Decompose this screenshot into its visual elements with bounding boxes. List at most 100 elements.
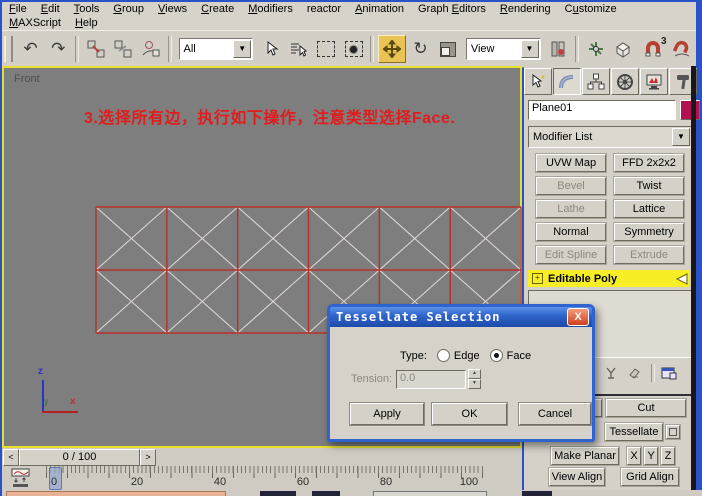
tension-field[interactable]: 0.0	[396, 369, 466, 389]
view-align-button[interactable]: View Align	[549, 468, 605, 486]
cancel-button[interactable]: Cancel	[519, 403, 591, 425]
menu-graph-editors[interactable]: Graph Editors	[411, 3, 493, 15]
tab-hierarchy[interactable]	[582, 68, 610, 95]
unlink-icon[interactable]	[110, 36, 136, 62]
menu-rendering[interactable]: Rendering	[493, 3, 558, 15]
undo-icon[interactable]: ↶	[18, 36, 44, 62]
modifier-btn-lattice[interactable]: Lattice	[614, 200, 684, 218]
modifier-btn-edit-spline[interactable]: Edit Spline	[536, 246, 606, 264]
planar-z-button[interactable]: Z	[661, 447, 675, 465]
select-and-move-icon[interactable]	[378, 35, 406, 63]
menu-group[interactable]: Group	[106, 3, 151, 15]
z-axis-label: z	[38, 366, 43, 377]
dropdown-arrow-icon[interactable]: ▼	[520, 40, 539, 58]
select-and-manipulate-icon[interactable]	[583, 36, 609, 62]
y-axis-label: y	[44, 396, 49, 406]
show-end-result-toggle-icon[interactable]	[601, 363, 621, 383]
reference-coordinate-value: View	[470, 43, 495, 55]
menu-file[interactable]: File	[2, 3, 34, 15]
ok-button[interactable]: OK	[432, 403, 507, 425]
tab-create[interactable]	[524, 68, 552, 95]
tessellate-settings-icon[interactable]	[666, 425, 680, 439]
select-and-rotate-icon[interactable]: ↻	[408, 36, 434, 62]
tab-display[interactable]	[640, 68, 668, 95]
previous-frame-button[interactable]: <	[3, 449, 19, 466]
menu-maxscript[interactable]: MAXScript	[2, 17, 68, 29]
menu-bar: File Edit Tools Group Views Create Modifiers re…	[2, 2, 696, 30]
keyboard-override-icon[interactable]	[611, 36, 637, 62]
toolbar-drag-handle[interactable]	[4, 36, 13, 62]
menu-customize[interactable]: Customize	[558, 3, 624, 15]
bind-spacewarp-icon[interactable]	[138, 36, 164, 62]
object-color-swatch[interactable]	[680, 100, 700, 120]
menu-help[interactable]: Help	[68, 17, 105, 29]
selection-filter-dropdown[interactable]: All ▼	[178, 38, 254, 60]
modifier-btn-extrude[interactable]: Extrude	[614, 246, 684, 264]
menu-modifiers[interactable]: Modifiers	[241, 3, 300, 15]
panel-scrollbar[interactable]	[691, 66, 696, 496]
next-frame-button[interactable]: >	[140, 449, 156, 466]
angle-snap-icon[interactable]	[670, 36, 696, 62]
status-field	[312, 491, 340, 496]
time-slider-thumb[interactable]: 0 / 100	[19, 449, 140, 466]
link-icon[interactable]	[83, 36, 109, 62]
planar-y-button[interactable]: Y	[644, 447, 658, 465]
make-planar-button[interactable]: Make Planar	[551, 447, 619, 465]
radio-label-face: Face	[506, 349, 532, 362]
menu-animation[interactable]: Animation	[348, 3, 411, 15]
menu-edit[interactable]: Edit	[34, 3, 67, 15]
rectangular-selection-region-icon[interactable]	[313, 36, 339, 62]
toolbar-separator	[74, 36, 79, 62]
cut-button[interactable]: Cut	[606, 399, 686, 417]
stack-tools-separator	[651, 364, 655, 382]
modifier-btn-normal[interactable]: Normal	[536, 223, 606, 241]
menu-tools[interactable]: Tools	[67, 3, 107, 15]
tick-label-0: 0	[50, 476, 58, 488]
redo-icon[interactable]: ↷	[45, 36, 71, 62]
select-object-icon[interactable]	[258, 36, 284, 62]
tab-modify[interactable]	[553, 68, 581, 95]
configure-modifier-sets-icon[interactable]	[659, 363, 679, 383]
modifier-list-dropdown[interactable]: Modifier List ▼	[528, 126, 692, 148]
status-bar-edge	[2, 490, 702, 496]
dialog-title-bar[interactable]: Tessellate Selection X	[330, 307, 592, 327]
tab-motion[interactable]	[611, 68, 639, 95]
menu-create[interactable]: Create	[194, 3, 241, 15]
dropdown-arrow-icon[interactable]: ▼	[233, 40, 252, 58]
select-by-name-icon[interactable]	[286, 36, 312, 62]
tension-label: Tension:	[351, 373, 392, 385]
dropdown-arrow-icon[interactable]: ▼	[672, 128, 690, 146]
open-mini-curve-editor-icon[interactable]	[10, 468, 34, 488]
expand-icon[interactable]: +	[532, 273, 543, 284]
maxscript-mini-listener[interactable]	[6, 491, 226, 496]
tessellate-button[interactable]: Tessellate	[605, 423, 663, 441]
object-name-field[interactable]: Plane01	[528, 100, 676, 120]
modifier-btn-bevel[interactable]: Bevel	[536, 177, 606, 195]
modifier-btn-lathe[interactable]: Lathe	[536, 200, 606, 218]
apply-button[interactable]: Apply	[350, 403, 424, 425]
track-bar[interactable]: 0 20 40 60 80 100	[2, 466, 522, 490]
select-and-scale-icon[interactable]	[435, 36, 461, 62]
planar-x-button[interactable]: X	[627, 447, 641, 465]
radio-face[interactable]	[489, 349, 503, 362]
menu-views[interactable]: Views	[151, 3, 194, 15]
modifier-btn-ffd-2x2x2[interactable]: FFD 2x2x2	[614, 154, 684, 172]
window-crossing-selection-icon[interactable]	[341, 36, 367, 62]
reference-coordinate-dropdown[interactable]: View ▼	[465, 38, 541, 60]
use-pivot-center-icon[interactable]	[546, 36, 572, 62]
frame-ruler[interactable]: 0 20 40 60 80 100	[46, 466, 486, 490]
menu-reactor[interactable]: reactor	[300, 3, 348, 15]
spinner-down-icon[interactable]: ▼	[468, 379, 481, 389]
radio-edge[interactable]	[436, 349, 450, 362]
close-icon[interactable]: X	[567, 308, 589, 326]
grid-align-button[interactable]: Grid Align	[621, 468, 679, 486]
modifier-btn-symmetry[interactable]: Symmetry	[614, 223, 684, 241]
modifier-stack-entry[interactable]: + Editable Poly	[528, 270, 690, 287]
spinner-up-icon[interactable]: ▲	[468, 369, 481, 379]
modifier-btn-twist[interactable]: Twist	[614, 177, 684, 195]
snap-toggle-3d-icon[interactable]: 3	[638, 36, 667, 62]
modifier-btn-uvw-map[interactable]: UVW Map	[536, 154, 606, 172]
remove-modifier-icon[interactable]	[624, 363, 644, 383]
tension-spinner[interactable]: ▲ ▼	[468, 369, 481, 389]
viewport-annotation-text: 3.选择所有边，执行如下操作，注意类型选择Face.	[84, 110, 456, 127]
